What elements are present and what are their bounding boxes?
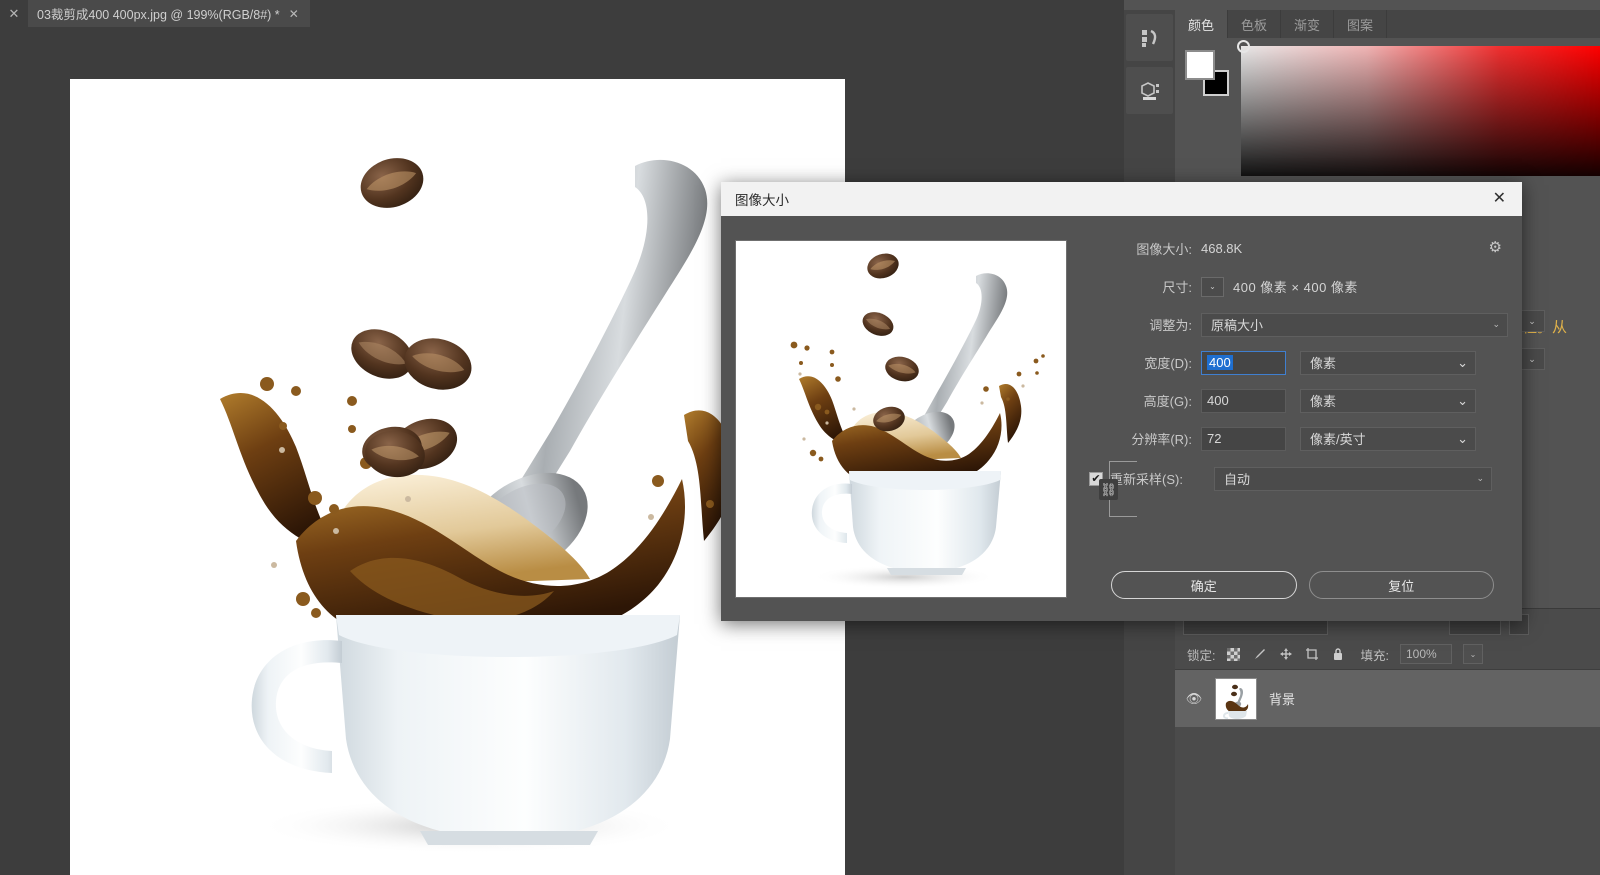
resample-value: 自动 (1224, 472, 1251, 487)
chevron-down-icon: ⌄ (1492, 319, 1500, 329)
image-size-label: 图像大小: (1136, 242, 1192, 257)
resolution-value: 72 (1207, 431, 1222, 446)
layer-thumbnail (1215, 677, 1257, 720)
color-swatches (1185, 50, 1231, 96)
color-ramp[interactable] (1237, 40, 1600, 176)
image-preview[interactable] (735, 240, 1067, 598)
image-size-form: 图像大小: 468.8K ⚙ 尺寸: ⌄ 400 像素 × 400 像素 调整为… (1081, 234, 1508, 621)
resolution-row: 分辨率(R): 72 像素/英寸 ⌄ (1081, 424, 1508, 453)
color-panel (1175, 38, 1600, 176)
dialog-title-bar[interactable]: 图像大小 ✕ (721, 182, 1522, 216)
image-size-value: 468.8K (1201, 241, 1243, 256)
height-row: 高度(G): 400 像素 ⌄ (1081, 386, 1508, 415)
ok-button[interactable]: 确定 (1111, 571, 1297, 599)
lock-label: 锁定: (1187, 648, 1216, 663)
image-size-dialog: 图像大小 ✕ 图像大小: 468.8K ⚙ 尺寸: ⌄ 400 像素 × 400… (721, 182, 1522, 621)
chevron-down-icon: ⌄ (1476, 473, 1484, 483)
fit-to-row: 调整为: 原稿大小 ⌄ (1081, 310, 1508, 339)
width-row: 宽度(D): 400 像素 ⌄ (1081, 348, 1508, 377)
resample-select[interactable]: 自动 ⌄ (1214, 466, 1492, 491)
photoshop-window: ✕ 03裁剪成400 400px.jpg @ 199%(RGB/8#) * ✕ (0, 0, 1600, 875)
history-panel-icon[interactable] (1126, 14, 1173, 61)
tab-gradients[interactable]: 渐变 (1281, 10, 1335, 38)
lock-all-icon[interactable] (1330, 647, 1345, 662)
dialog-body: 图像大小: 468.8K ⚙ 尺寸: ⌄ 400 像素 × 400 像素 调整为… (721, 216, 1522, 621)
layer-visibility-icon[interactable]: 👁 (1185, 691, 1203, 707)
constrain-proportions-chain[interactable]: ⛓ (1091, 461, 1139, 517)
document-tab-strip: ✕ 03裁剪成400 400px.jpg @ 199%(RGB/8#) * ✕ (0, 0, 1124, 27)
foreground-color-swatch[interactable] (1185, 50, 1215, 80)
layer-name: 背景 (1269, 692, 1296, 707)
lock-image-pixels-icon[interactable] (1252, 647, 1267, 662)
fit-to-value: 原稿大小 (1211, 318, 1264, 333)
workspace-close-icon[interactable]: ✕ (0, 0, 28, 27)
width-unit-select[interactable]: 像素 ⌄ (1300, 350, 1476, 375)
document-tab-title: 03裁剪成400 400px.jpg @ 199%(RGB/8#) * (37, 8, 280, 22)
fill-label: 填充: (1360, 648, 1389, 663)
gear-icon[interactable]: ⚙ (1489, 238, 1502, 256)
stray-dropdown-a[interactable]: ⌄ (1519, 310, 1545, 332)
height-unit-value: 像素 (1310, 394, 1337, 409)
document-tab-close-icon[interactable]: ✕ (289, 7, 299, 21)
image-size-row: 图像大小: 468.8K ⚙ (1081, 234, 1508, 263)
lock-transparent-pixels-icon[interactable] (1226, 647, 1241, 662)
layer-lock-row: 锁定: 填充: 100% ⌄ (1175, 639, 1600, 669)
tab-swatches[interactable]: 色板 (1228, 10, 1282, 38)
layers-panel: 锁定: 填充: 100% ⌄ 👁 背景 (1175, 608, 1600, 875)
height-unit-select[interactable]: 像素 ⌄ (1300, 388, 1476, 413)
resolution-unit-value: 像素/英寸 (1310, 432, 1366, 447)
reset-button[interactable]: 复位 (1308, 571, 1494, 599)
resolution-input[interactable]: 72 (1201, 426, 1286, 451)
fill-value[interactable]: 100% (1399, 644, 1452, 664)
dimensions-row: 尺寸: ⌄ 400 像素 × 400 像素 (1081, 272, 1508, 301)
height-value: 400 (1207, 393, 1229, 408)
resolution-unit-select[interactable]: 像素/英寸 ⌄ (1300, 426, 1476, 451)
color-panel-tabs: 颜色 色板 渐变 图案 (1175, 10, 1600, 38)
dialog-title: 图像大小 (735, 193, 789, 208)
stray-dropdown-b[interactable]: ⌄ (1519, 348, 1545, 370)
chevron-down-icon: ⌄ (1457, 392, 1468, 408)
fit-to-select[interactable]: 原稿大小 ⌄ (1201, 312, 1508, 337)
close-icon[interactable]: ✕ (1489, 189, 1510, 209)
lock-artboard-nesting-icon[interactable] (1304, 647, 1319, 662)
tab-patterns[interactable]: 图案 (1334, 10, 1388, 38)
fit-to-label: 调整为: (1149, 318, 1192, 333)
resample-row: ✔ 重新采样(S): 自动 ⌄ (1081, 464, 1508, 493)
link-icon: ⛓ (1099, 479, 1118, 500)
fill-dropdown-icon[interactable]: ⌄ (1462, 644, 1483, 664)
tab-color[interactable]: 颜色 (1175, 10, 1229, 38)
table-row[interactable]: 👁 背景 (1175, 669, 1600, 727)
dimensions-label: 尺寸: (1162, 280, 1192, 295)
width-unit-value: 像素 (1310, 356, 1337, 371)
width-value: 400 (1207, 355, 1233, 370)
dialog-buttons: 确定 复位 (1111, 571, 1494, 599)
preview-artwork (736, 241, 1066, 597)
lock-position-icon[interactable] (1278, 647, 1293, 662)
chevron-down-icon: ⌄ (1457, 430, 1468, 446)
dimensions-dropdown-icon[interactable]: ⌄ (1201, 276, 1224, 297)
resolution-label: 分辨率(R): (1131, 432, 1192, 447)
chevron-down-icon: ⌄ (1457, 354, 1468, 370)
width-label: 宽度(D): (1144, 356, 1192, 371)
height-input[interactable]: 400 (1201, 388, 1286, 413)
height-label: 高度(G): (1143, 394, 1192, 409)
width-input[interactable]: 400 (1201, 350, 1286, 375)
3d-panel-icon[interactable] (1126, 67, 1173, 114)
dimensions-value: 400 像素 × 400 像素 (1233, 280, 1358, 295)
color-ramp-marker[interactable] (1237, 40, 1250, 53)
document-tab[interactable]: 03裁剪成400 400px.jpg @ 199%(RGB/8#) * ✕ (28, 0, 310, 27)
